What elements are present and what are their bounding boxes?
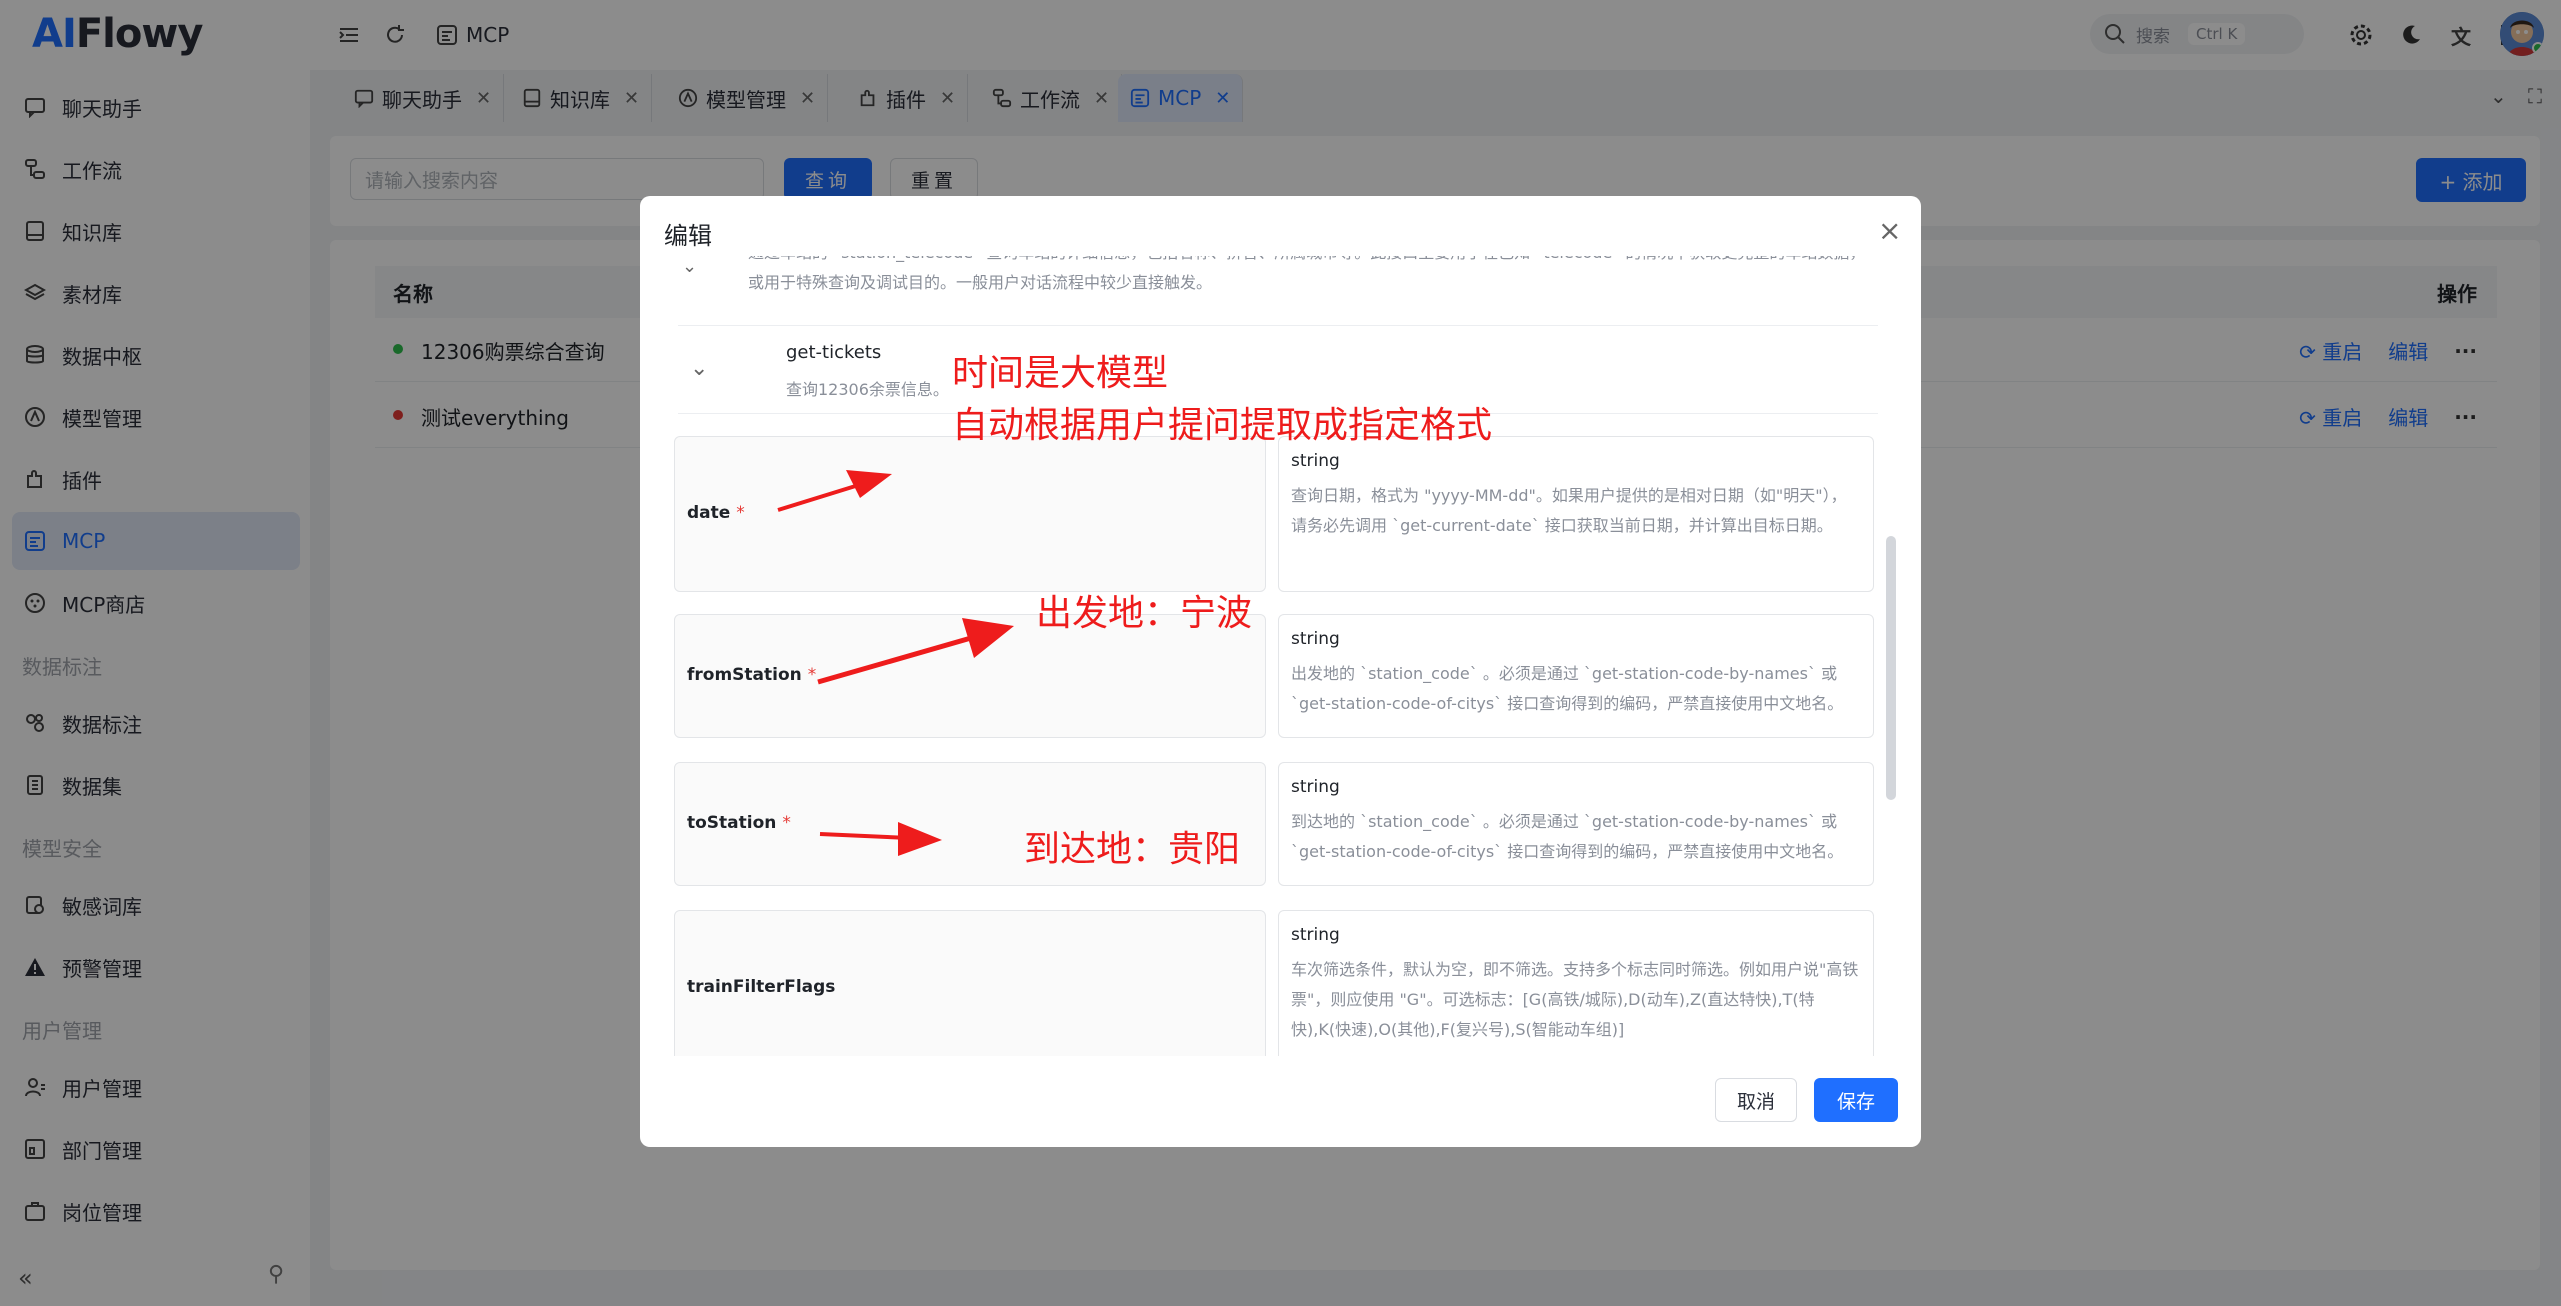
param-name-text: date xyxy=(687,503,731,523)
param-name-text: trainFilterFlags xyxy=(687,977,836,997)
modal-title: 编辑 xyxy=(664,222,712,250)
annotation-text-format: 自动根据用户提问提取成指定格式 xyxy=(952,405,1493,446)
param-type: string xyxy=(1291,629,1340,649)
required-mark: * xyxy=(736,503,745,523)
cancel-button[interactable]: 取消 xyxy=(1715,1078,1797,1122)
save-button[interactable]: 保存 xyxy=(1814,1078,1898,1122)
param-name: toStation * xyxy=(687,813,791,833)
param-type: string xyxy=(1291,777,1340,797)
param-description: 出发地的 `station_code` 。必须是通过 `get-station-… xyxy=(1291,664,1844,713)
annotation-text-model: 时间是大模型 xyxy=(952,353,1169,394)
annotation-text-from: 出发地：宁波 xyxy=(1036,593,1253,634)
modal-scroll-area[interactable]: ⌄ 通过车站的 `station_telecode` 查询车站的详细信息，包括名… xyxy=(640,256,1921,1056)
param-description: 到达地的 `station_code` 。必须是通过 `get-station-… xyxy=(1291,812,1844,861)
param-type: string xyxy=(1291,451,1340,471)
param-name-cell: date * xyxy=(674,436,1266,592)
param-info-cell: string 出发地的 `station_code` 。必须是通过 `get-s… xyxy=(1278,614,1874,738)
param-name: fromStation * xyxy=(687,665,816,685)
param-description: 车次筛选条件，默认为空，即不筛选。支持多个标志同时筛选。例如用户说"高铁票"，则… xyxy=(1291,960,1859,1039)
param-name-text: fromStation xyxy=(687,665,802,685)
param-info-cell: string 到达地的 `station_code` 。必须是通过 `get-s… xyxy=(1278,762,1874,886)
param-name-cell: trainFilterFlags xyxy=(674,910,1266,1056)
param-name-text: toStation xyxy=(687,813,777,833)
param-name: trainFilterFlags xyxy=(687,977,835,997)
chevron-down-icon: ⌄ xyxy=(690,356,709,381)
edit-modal: 编辑 × ⌄ 通过车站的 `station_telecode` 查询车站的详细信… xyxy=(640,196,1921,1147)
required-mark: * xyxy=(807,665,817,685)
previous-tool-item[interactable]: ⌄ 通过车站的 `station_telecode` 查询车站的详细信息，包括名… xyxy=(678,256,1878,326)
param-info-cell: string 查询日期，格式为 "yyyy-MM-dd"。如果用户提供的是相对日… xyxy=(1278,436,1874,592)
param-description: 查询日期，格式为 "yyyy-MM-dd"。如果用户提供的是相对日期（如"明天"… xyxy=(1291,486,1847,535)
annotation-text-to: 到达地：贵阳 xyxy=(1024,829,1241,870)
param-type: string xyxy=(1291,925,1340,945)
tool-description: 查询12306余票信息。 xyxy=(786,380,949,399)
close-icon[interactable]: × xyxy=(1878,214,1901,247)
tool-description: 通过车站的 `station_telecode` 查询车站的详细信息，包括名称、… xyxy=(748,256,1865,292)
required-mark: * xyxy=(782,813,791,833)
param-info-cell: string 车次筛选条件，默认为空，即不筛选。支持多个标志同时筛选。例如用户说… xyxy=(1278,910,1874,1056)
chevron-icon: ⌄ xyxy=(682,256,698,277)
tool-name: get-tickets xyxy=(786,342,882,363)
param-name: date * xyxy=(687,503,745,523)
scrollbar-thumb[interactable] xyxy=(1886,536,1896,800)
modal-footer: 取消 保存 xyxy=(640,1056,1921,1147)
